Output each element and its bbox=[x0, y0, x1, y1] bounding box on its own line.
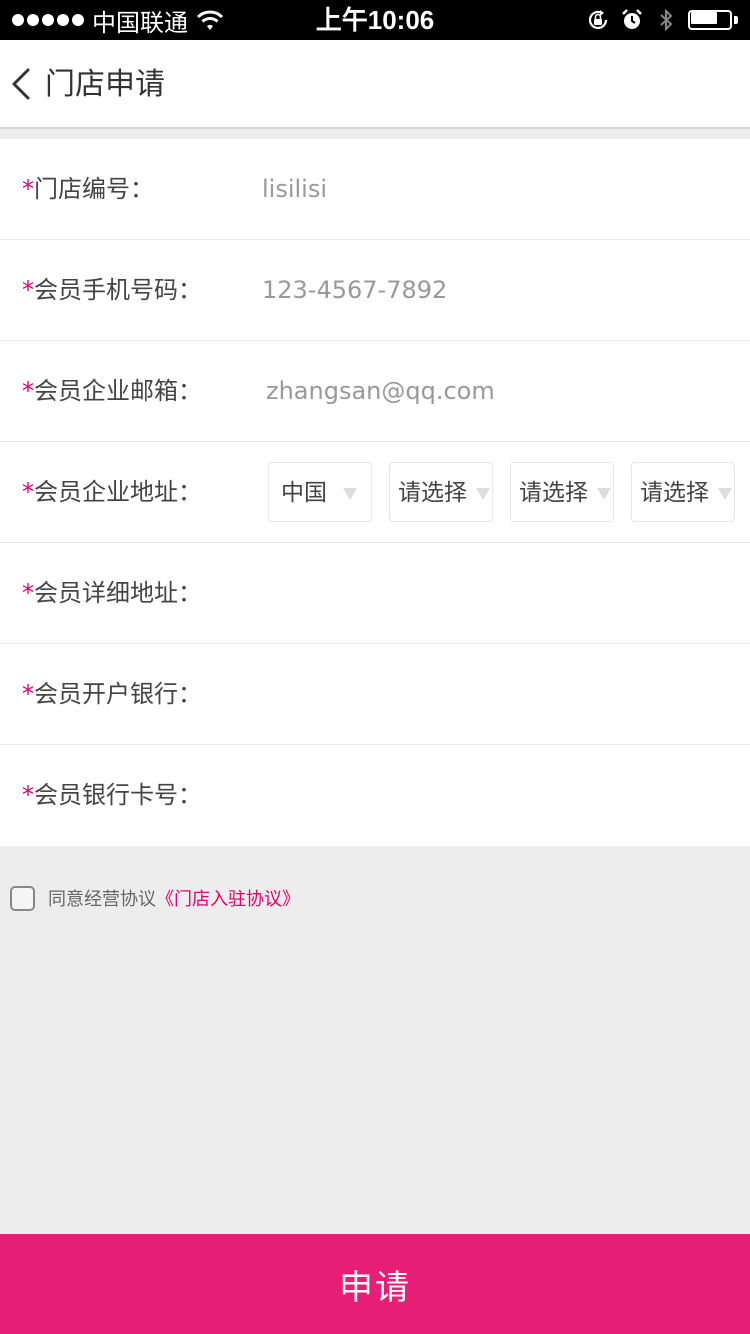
city-select[interactable]: 请选择 bbox=[510, 462, 614, 522]
detail-address-label: *会员详细地址： bbox=[22, 579, 202, 607]
country-select-value: 中国 bbox=[281, 480, 327, 506]
application-form: *门店编号： *会员手机号码： *会员企业邮箱： *会员企业地址： 中国 请选择… bbox=[0, 139, 750, 846]
page-title: 门店申请 bbox=[45, 67, 165, 102]
member-phone-input[interactable] bbox=[262, 265, 722, 315]
company-email-input[interactable] bbox=[266, 366, 726, 416]
member-phone-label: *会员手机号码： bbox=[22, 276, 202, 304]
member-phone-row: *会员手机号码： bbox=[0, 240, 750, 341]
bank-card-input[interactable] bbox=[262, 770, 722, 820]
district-select-value: 请选择 bbox=[640, 480, 709, 506]
company-email-row: *会员企业邮箱： bbox=[0, 341, 750, 442]
required-mark: * bbox=[22, 579, 34, 607]
province-select-value: 请选择 bbox=[398, 480, 467, 506]
detail-address-row: *会员详细地址： bbox=[0, 543, 750, 644]
store-number-row: *门店编号： bbox=[0, 139, 750, 240]
back-chevron-icon[interactable] bbox=[8, 64, 38, 104]
required-mark: * bbox=[22, 478, 34, 506]
store-number-input[interactable] bbox=[262, 164, 722, 214]
orientation-lock-icon bbox=[588, 10, 608, 29]
bluetooth-icon bbox=[660, 8, 673, 32]
city-select-value: 请选择 bbox=[519, 480, 588, 506]
company-address-row: *会员企业地址： 中国 请选择 请选择 请选择 bbox=[0, 442, 750, 543]
bank-row: *会员开户银行： bbox=[0, 644, 750, 745]
required-mark: * bbox=[22, 781, 34, 809]
required-mark: * bbox=[22, 377, 34, 405]
caret-down-icon bbox=[597, 488, 611, 500]
battery-icon bbox=[688, 9, 738, 31]
nav-bar: 门店申请 bbox=[0, 40, 750, 129]
company-email-label: *会员企业邮箱： bbox=[22, 377, 202, 405]
status-bar-right bbox=[586, 0, 738, 40]
agreement-link[interactable]: 《门店入驻协议》 bbox=[156, 885, 300, 911]
required-mark: * bbox=[22, 175, 34, 203]
caret-down-icon bbox=[476, 488, 490, 500]
store-number-label: *门店编号： bbox=[22, 175, 154, 203]
required-mark: * bbox=[22, 680, 34, 708]
required-mark: * bbox=[22, 276, 34, 304]
status-bar: 中国联通 上午10:06 bbox=[0, 0, 750, 40]
bank-input[interactable] bbox=[262, 669, 722, 719]
district-select[interactable]: 请选择 bbox=[631, 462, 735, 522]
address-selects: 中国 请选择 请选择 请选择 bbox=[268, 462, 735, 522]
alarm-icon bbox=[622, 9, 642, 29]
caret-down-icon bbox=[343, 488, 357, 500]
bank-card-row: *会员银行卡号： bbox=[0, 745, 750, 846]
agreement-row: 同意经营协议 《门店入驻协议》 bbox=[10, 885, 300, 911]
country-select[interactable]: 中国 bbox=[268, 462, 372, 522]
company-address-label: *会员企业地址： bbox=[22, 478, 202, 506]
agreement-text: 同意经营协议 bbox=[48, 889, 156, 910]
caret-down-icon bbox=[718, 488, 732, 500]
bank-label: *会员开户银行： bbox=[22, 680, 202, 708]
agreement-checkbox-icon[interactable] bbox=[10, 885, 35, 911]
apply-button[interactable]: 申请 bbox=[0, 1234, 750, 1334]
province-select[interactable]: 请选择 bbox=[389, 462, 493, 522]
detail-address-input[interactable] bbox=[262, 568, 722, 618]
bank-card-label: *会员银行卡号： bbox=[22, 781, 202, 809]
